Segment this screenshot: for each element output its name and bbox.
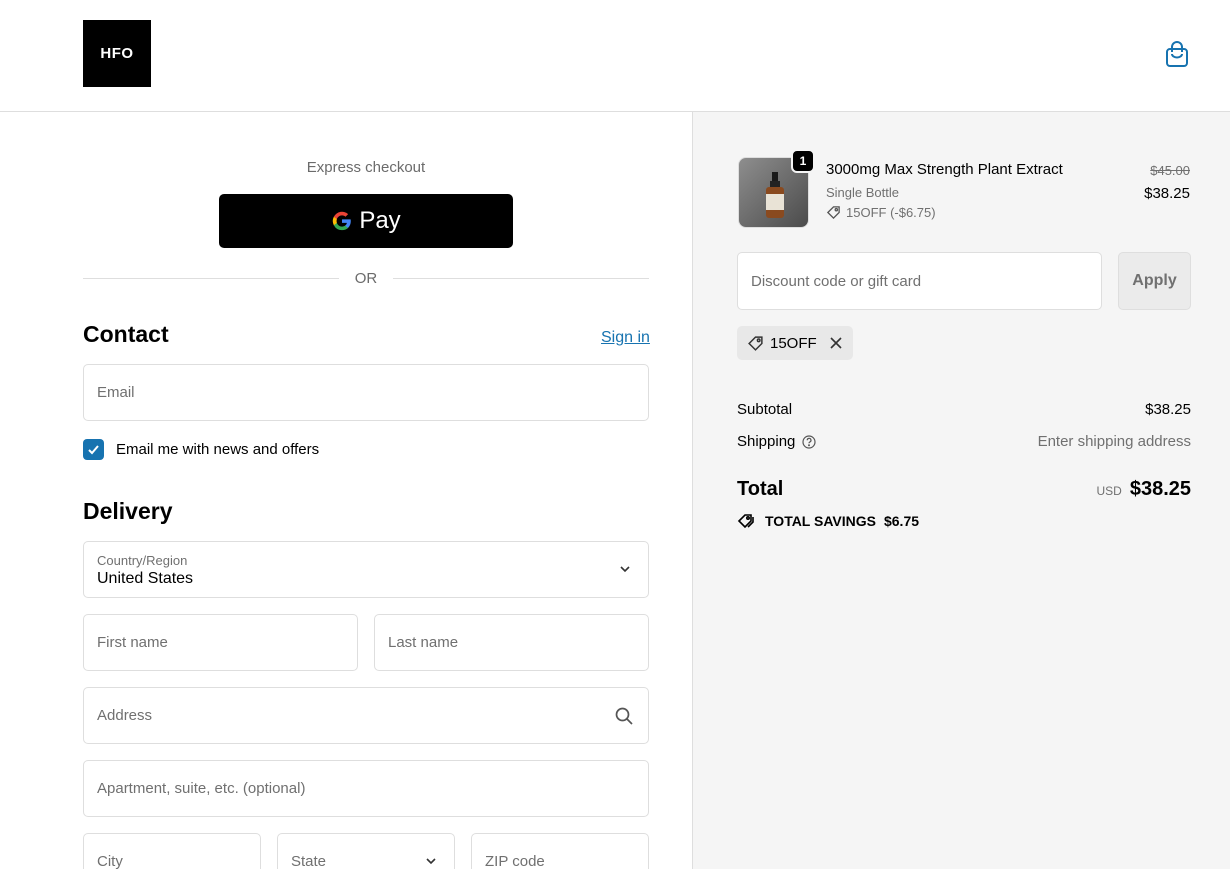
express-checkout-label: Express checkout: [306, 159, 426, 176]
google-pay-button[interactable]: Pay: [219, 194, 513, 248]
newsletter-option[interactable]: Email me with news and offers: [83, 438, 319, 460]
state-select[interactable]: State: [277, 833, 455, 869]
shipping-row: Shipping Enter shipping address: [737, 433, 1191, 450]
zip-placeholder: ZIP code: [485, 853, 545, 869]
first-name-placeholder: First name: [97, 634, 168, 651]
currency-code: USD: [1096, 484, 1122, 498]
order-summary: 1 3000mg Max Strength Plant Extract Sing…: [692, 112, 1230, 869]
country-label: Country/Region: [97, 553, 188, 568]
savings-value: $6.75: [883, 513, 920, 529]
product-name: 3000mg Max Strength Plant Extract: [826, 161, 1063, 178]
total-value: $38.25: [1129, 478, 1191, 500]
product-discount-text: 15OFF (-$6.75): [846, 205, 936, 220]
shopping-bag-icon[interactable]: [1164, 40, 1190, 68]
tag-icon: [826, 206, 840, 220]
city-placeholder: City: [97, 853, 123, 869]
email-placeholder: Email: [97, 384, 135, 401]
newsletter-checkbox[interactable]: [83, 438, 104, 460]
chevron-down-icon: [620, 566, 630, 573]
apartment-placeholder: Apartment, suite, etc. (optional): [97, 780, 306, 797]
or-text: OR: [354, 270, 378, 287]
state-placeholder: State: [291, 853, 327, 869]
dropper-bottle-image: [766, 172, 784, 218]
discount-code-placeholder: Discount code or gift card: [751, 273, 922, 290]
apartment-field[interactable]: Apartment, suite, etc. (optional): [83, 760, 649, 817]
help-icon[interactable]: [802, 434, 816, 449]
address-field[interactable]: Address: [83, 687, 649, 744]
applied-discount-code: 15OFF: [770, 334, 817, 352]
shipping-value: Enter shipping address: [1037, 433, 1191, 450]
last-name-placeholder: Last name: [388, 634, 459, 651]
checkout-form: Express checkout Pay OR Contact Sign in …: [0, 112, 692, 869]
discount-code-input[interactable]: Discount code or gift card: [737, 252, 1102, 310]
page-header: HFO: [0, 0, 1230, 112]
country-value: United States: [97, 570, 194, 587]
subtotal-value: $38.25: [1145, 401, 1191, 418]
logo-text: HFO: [100, 45, 134, 62]
chevron-down-icon: [426, 858, 436, 865]
original-price: $45.00: [1150, 163, 1190, 178]
product-variant: Single Bottle: [826, 185, 899, 200]
last-name-field[interactable]: Last name: [374, 614, 649, 671]
savings-tag-icon: [737, 514, 754, 529]
total-row: Total USD $38.25: [737, 478, 1191, 501]
contact-title: Contact: [83, 321, 169, 347]
country-select[interactable]: Country/Region United States: [83, 541, 649, 598]
search-icon: [615, 707, 633, 725]
google-pay-label: Pay: [359, 207, 401, 234]
zip-field[interactable]: ZIP code: [471, 833, 649, 869]
or-divider: OR: [83, 270, 649, 288]
subtotal-label: Subtotal: [737, 401, 793, 418]
address-placeholder: Address: [97, 707, 153, 724]
applied-discount-chip: 15OFF: [737, 326, 853, 360]
store-logo[interactable]: HFO: [83, 20, 151, 87]
first-name-field[interactable]: First name: [83, 614, 358, 671]
total-savings: TOTAL SAVINGS $6.75: [737, 513, 919, 529]
total-label: Total: [737, 478, 784, 500]
newsletter-label: Email me with news and offers: [116, 440, 320, 458]
tag-icon: [748, 335, 763, 351]
total-amount-group: USD $38.25: [1096, 478, 1191, 501]
quantity-badge: 1: [791, 149, 815, 173]
sign-in-link[interactable]: Sign in: [601, 329, 650, 347]
delivery-title: Delivery: [83, 498, 173, 524]
city-field[interactable]: City: [83, 833, 261, 869]
close-icon[interactable]: [829, 336, 843, 350]
product-discount: 15OFF (-$6.75): [826, 205, 936, 220]
savings-label: TOTAL SAVINGS: [765, 513, 876, 529]
discounted-price: $38.25: [1144, 185, 1190, 202]
email-field[interactable]: Email: [83, 364, 649, 421]
subtotal-row: Subtotal $38.25: [737, 401, 1191, 418]
shipping-label: Shipping: [737, 433, 796, 450]
checkmark-icon: [88, 444, 99, 454]
apply-button[interactable]: Apply: [1118, 252, 1191, 310]
google-g-icon: [333, 211, 352, 231]
shipping-label-group: Shipping: [737, 433, 816, 450]
